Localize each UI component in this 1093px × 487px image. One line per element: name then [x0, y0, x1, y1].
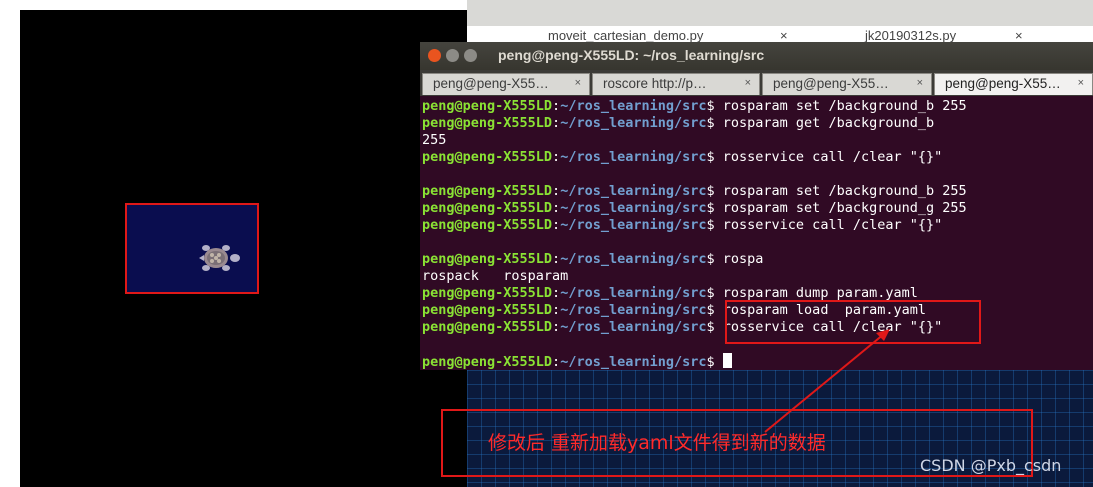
annotation-arrow	[764, 329, 890, 433]
watermark: CSDN @Pxb_csdn	[920, 456, 1062, 475]
